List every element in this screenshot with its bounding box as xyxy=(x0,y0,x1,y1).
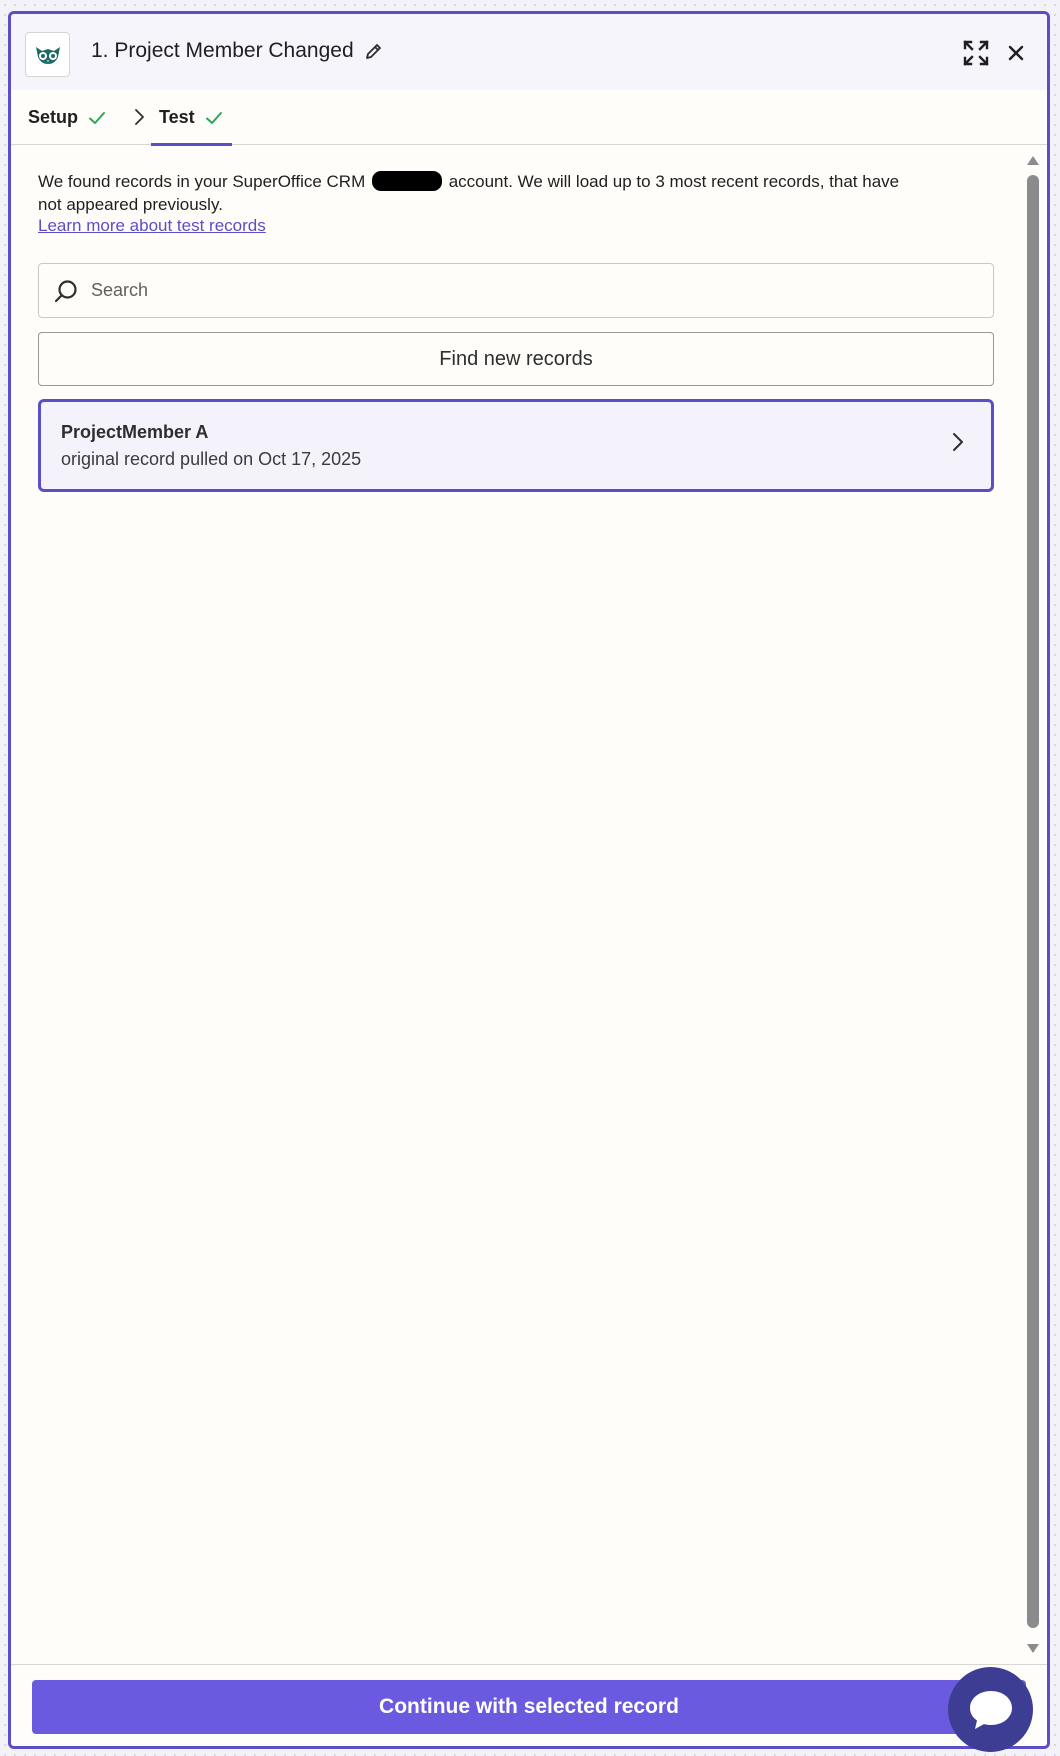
chat-bubble-icon xyxy=(969,1690,1012,1729)
test-content: We found records in your SuperOffice CRM… xyxy=(11,145,1047,1664)
search-icon xyxy=(54,280,77,303)
title-wrap: 1. Project Member Changed xyxy=(91,39,384,63)
check-icon xyxy=(88,109,106,127)
learn-more-link[interactable]: Learn more about test records xyxy=(38,216,266,236)
intro-text-before: We found records in your SuperOffice CRM xyxy=(38,172,370,191)
tab-test-label: Test xyxy=(159,107,195,127)
record-item[interactable]: ProjectMember A original record pulled o… xyxy=(38,399,994,492)
panel-footer: Continue with selected record xyxy=(11,1664,1047,1746)
page-title: 1. Project Member Changed xyxy=(91,39,354,62)
step-tabs: Setup Test xyxy=(11,90,1047,146)
tab-test[interactable]: Test xyxy=(151,90,232,146)
search-input[interactable] xyxy=(91,264,971,317)
panel-header: 1. Project Member Changed xyxy=(11,14,1047,90)
chat-button[interactable] xyxy=(948,1667,1033,1752)
expand-icon[interactable] xyxy=(963,40,989,66)
pencil-icon[interactable] xyxy=(364,41,384,61)
record-name: ProjectMember A xyxy=(61,422,209,442)
app-logo xyxy=(25,32,70,77)
tab-setup-label: Setup xyxy=(28,107,79,127)
scrollbar[interactable] xyxy=(1025,153,1041,1656)
chevron-right-icon xyxy=(135,109,144,125)
scrollbar-thumb[interactable] xyxy=(1027,175,1039,1628)
intro-text: We found records in your SuperOffice CRM… xyxy=(38,170,908,216)
search-box xyxy=(38,263,994,318)
tab-setup[interactable]: Setup xyxy=(28,90,106,145)
record-subtitle: original record pulled on Oct 17, 2025 xyxy=(61,449,362,469)
scroll-down-arrow-icon[interactable] xyxy=(1025,1642,1041,1656)
scroll-up-arrow-icon[interactable] xyxy=(1025,153,1041,167)
redacted-account-name xyxy=(371,171,442,191)
owl-logo-icon xyxy=(35,46,60,64)
find-new-records-button[interactable]: Find new records xyxy=(38,332,994,386)
step-panel: 1. Project Member Changed Setup Test We … xyxy=(8,11,1050,1749)
check-icon xyxy=(205,109,223,127)
close-icon[interactable] xyxy=(1005,42,1027,64)
chevron-right-icon xyxy=(953,433,963,451)
continue-button[interactable]: Continue with selected record xyxy=(32,1680,1026,1734)
